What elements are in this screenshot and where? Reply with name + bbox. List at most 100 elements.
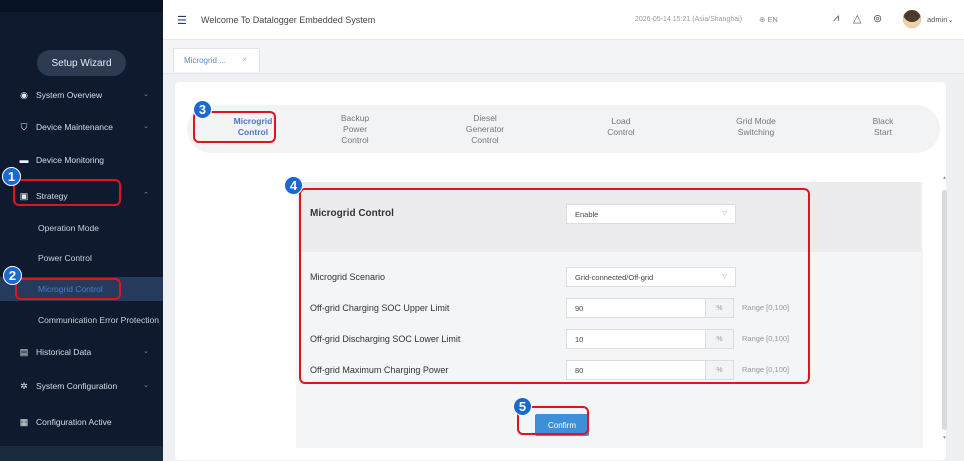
chevron-down-icon: ⌄ <box>143 123 149 130</box>
language-selector[interactable]: ⊕ EN <box>759 15 778 24</box>
subtab-microgrid-control[interactable]: Microgrid Control <box>223 116 283 138</box>
scenario-label: Microgrid Scenario <box>310 272 386 282</box>
sidebar-bottom-strip <box>0 446 163 461</box>
strategy-icon: ▣ <box>19 190 29 201</box>
step-badge-3: 3 <box>193 100 212 119</box>
lower-limit-label: Off-grid Discharging SOC Lower Limit <box>310 334 461 344</box>
globe-icon: ⊕ <box>759 15 766 24</box>
subtab-label: Diesel Generator Control <box>465 113 505 145</box>
nav-label: Strategy <box>36 191 68 201</box>
chevron-down-icon: ⌄ <box>143 382 149 389</box>
nav-operation-mode[interactable]: Operation Mode <box>0 216 163 240</box>
tab-microgrid[interactable]: Microgrid ... × <box>173 48 260 72</box>
main-content: Microgrid Control Backup Power Control D… <box>163 74 964 461</box>
monitor-icon: ▬ <box>19 155 29 165</box>
tab-label: Microgrid ... <box>184 56 226 65</box>
document-icon: ▦ <box>19 416 29 427</box>
nav-configuration-active[interactable]: ▦ Configuration Active <box>0 410 163 434</box>
subtab-label: Black Start <box>872 116 894 137</box>
step-badge-2: 2 <box>3 266 22 285</box>
nav-device-maintenance[interactable]: ⛉ Device Maintenance ⌄ <box>0 115 163 139</box>
step-badge-4: 4 <box>284 176 303 195</box>
subtab-backup-power-control[interactable]: Backup Power Control <box>325 113 385 146</box>
confirm-button[interactable]: Confirm <box>535 414 589 436</box>
scrollbar-thumb[interactable] <box>942 190 947 430</box>
upper-limit-input[interactable]: 90 <box>566 298 706 318</box>
percent-unit: % <box>706 360 734 380</box>
menu-icon[interactable]: ☰ <box>177 14 187 27</box>
nav-label: System Overview <box>36 90 103 100</box>
nav-strategy[interactable]: ▣ Strategy ⌃ <box>0 184 163 208</box>
range-hint: Range [0,100] <box>742 334 790 343</box>
chevron-down-icon: ▽ <box>722 211 727 217</box>
subtab-label: Backup Power Control <box>340 113 370 145</box>
nav-system-configuration[interactable]: ✲ System Configuration ⌄ <box>0 374 163 398</box>
close-icon[interactable]: × <box>242 55 247 64</box>
datetime: 2026-05-14 15:21 (Asia/Shanghai) <box>635 16 743 23</box>
subtab-label: Load Control <box>607 116 635 137</box>
setup-wizard-button[interactable]: Setup Wizard <box>37 50 126 76</box>
nav-label: System Configuration <box>36 381 118 391</box>
input-value: 80 <box>575 365 584 375</box>
nav-historical-data[interactable]: ▤ Historical Data ⌄ <box>0 340 163 364</box>
nav-system-overview[interactable]: ◉ System Overview ⌄ <box>0 83 163 107</box>
chevron-down-icon: ▽ <box>722 274 727 280</box>
enable-select[interactable]: Enable ▽ <box>566 204 736 224</box>
strategy-subtabs: Microgrid Control Backup Power Control D… <box>187 105 940 153</box>
step-badge-1: 1 <box>2 167 21 186</box>
chart-icon: ▤ <box>19 346 29 357</box>
nav-label: Device Monitoring <box>36 155 105 165</box>
step-badge-5: 5 <box>513 397 532 416</box>
sidebar-top-strip <box>0 0 163 12</box>
language-label: EN <box>767 15 778 24</box>
nav-label: Device Maintenance <box>36 122 114 132</box>
nav-microgrid-control[interactable]: Microgrid Control <box>0 277 163 301</box>
subtab-label: Grid Mode Switching <box>736 116 776 137</box>
chevron-up-icon: ⌃ <box>143 192 149 199</box>
microgrid-control-heading: Microgrid Control <box>310 208 394 219</box>
chevron-down-icon: ⌄ <box>143 91 149 98</box>
nav-label: Configuration Active <box>36 417 112 427</box>
range-hint: Range [0,100] <box>742 365 790 374</box>
chevron-down-icon: ⌄ <box>947 15 954 24</box>
app-title: Welcome To Datalogger Embedded System <box>201 15 376 25</box>
nav-label: Historical Data <box>36 347 92 357</box>
percent-unit: % <box>706 329 734 349</box>
sidebar: Setup Wizard ◉ System Overview ⌄ ⛉ Devic… <box>0 0 163 461</box>
subtab-grid-mode-switching[interactable]: Grid Mode Switching <box>721 116 791 138</box>
max-power-input[interactable]: 80 <box>566 360 706 380</box>
settings-circle-icon[interactable]: ⊚ <box>873 12 882 25</box>
page-tabs-bar: Microgrid ... × <box>163 40 964 74</box>
lower-limit-input[interactable]: 10 <box>566 329 706 349</box>
max-power-label: Off-grid Maximum Charging Power <box>310 365 449 375</box>
subtab-label: Microgrid Control <box>233 116 273 137</box>
scenario-select[interactable]: Grid-connected/Off-grid ▽ <box>566 267 736 287</box>
nav-device-monitoring[interactable]: ▬ Device Monitoring <box>0 148 163 172</box>
top-header: ☰ Welcome To Datalogger Embedded System … <box>163 0 964 40</box>
select-value: Enable <box>575 209 599 219</box>
user-name: admin <box>927 15 948 24</box>
chevron-down-icon: ⌄ <box>143 348 149 355</box>
upper-limit-label: Off-grid Charging SOC Upper Limit <box>310 303 450 313</box>
gear-icon: ✲ <box>20 380 28 391</box>
subtab-black-start[interactable]: Black Start <box>863 116 903 138</box>
gauge-icon: ◉ <box>20 89 28 100</box>
subtab-diesel-generator-control[interactable]: Diesel Generator Control <box>455 113 515 146</box>
input-value: 90 <box>575 303 584 313</box>
signal-icon[interactable]: ⩘ <box>833 12 839 25</box>
select-value: Grid-connected/Off-grid <box>575 272 654 282</box>
input-value: 10 <box>575 334 584 344</box>
bell-icon[interactable]: △ <box>853 12 861 25</box>
scroll-up-icon[interactable]: ▲ <box>942 175 947 181</box>
microgrid-form: Microgrid Control Enable ▽ Microgrid Sce… <box>296 182 923 448</box>
percent-unit: % <box>706 298 734 318</box>
range-hint: Range [0,100] <box>742 303 790 312</box>
content-card: Microgrid Control Backup Power Control D… <box>175 82 947 460</box>
user-menu[interactable]: admin⌄ <box>927 15 954 24</box>
nav-power-control[interactable]: Power Control <box>0 246 163 270</box>
avatar[interactable] <box>903 10 921 28</box>
shield-icon: ⛉ <box>20 121 28 132</box>
scroll-down-icon[interactable]: ▼ <box>942 435 947 441</box>
nav-communication-error-protection[interactable]: Communication Error Protection <box>0 308 163 332</box>
subtab-load-control[interactable]: Load Control <box>591 116 651 138</box>
